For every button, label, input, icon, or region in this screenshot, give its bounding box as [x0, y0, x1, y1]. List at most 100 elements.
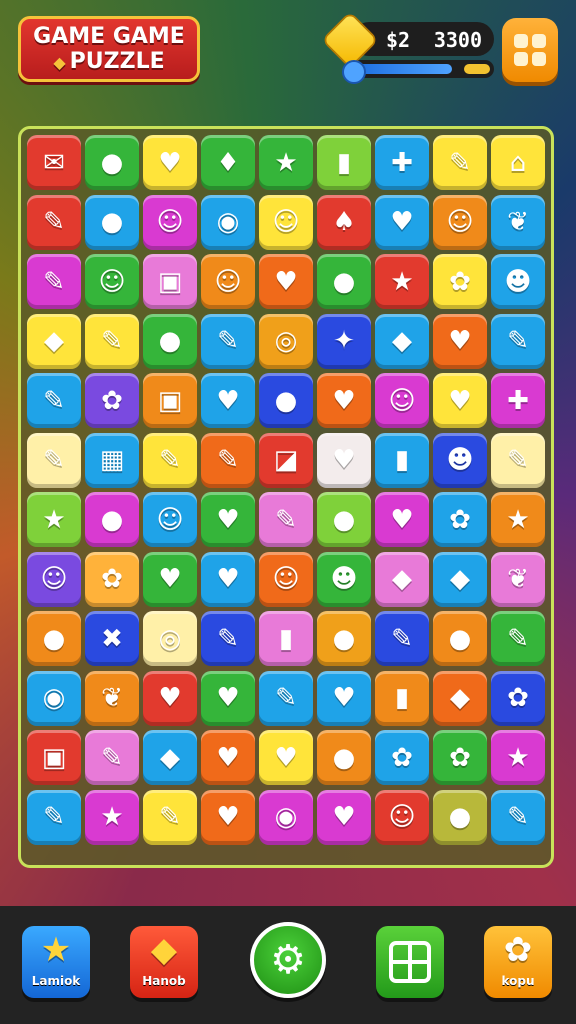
tile-r9-c2[interactable]: ✖ — [85, 611, 139, 666]
tile-r2-c4[interactable]: ◉ — [201, 194, 255, 250]
tile-r8-c2[interactable]: ✿ — [85, 551, 139, 607]
tile-r7-c1[interactable]: ★ — [27, 492, 81, 547]
tile-r4-c6[interactable]: ✦ — [317, 313, 371, 369]
tile-r12-c6[interactable]: ♥ — [317, 789, 371, 845]
tile-r4-c8[interactable]: ♥ — [433, 313, 487, 369]
tile-r7-c8[interactable]: ✿ — [433, 492, 487, 547]
tile-r4-c3[interactable]: ● — [143, 313, 197, 369]
tile-r1-c6[interactable]: ▮ — [317, 135, 371, 190]
tile-r3-c7[interactable]: ★ — [375, 254, 429, 309]
tile-r10-c6[interactable]: ♥ — [317, 670, 371, 726]
tile-r11-c5[interactable]: ♥ — [259, 730, 313, 785]
tile-r9-c9[interactable]: ✎ — [491, 611, 545, 666]
tile-r8-c5[interactable]: ☺ — [259, 551, 313, 607]
tile-r3-c2[interactable]: ☺ — [85, 254, 139, 309]
tile-r12-c8[interactable]: ● — [433, 789, 487, 845]
tile-r11-c1[interactable]: ▣ — [27, 730, 81, 785]
tile-r1-c7[interactable]: ✚ — [375, 135, 429, 190]
tile-r8-c3[interactable]: ♥ — [143, 551, 197, 607]
tile-r7-c9[interactable]: ★ — [491, 492, 545, 547]
tile-r11-c9[interactable]: ★ — [491, 730, 545, 785]
tile-r11-c7[interactable]: ✿ — [375, 730, 429, 785]
tile-r12-c7[interactable]: ☺ — [375, 789, 429, 845]
tile-r1-c4[interactable]: ♦ — [201, 135, 255, 190]
tile-r5-c6[interactable]: ♥ — [317, 373, 371, 428]
tile-r3-c8[interactable]: ✿ — [433, 254, 487, 309]
tile-r2-c5[interactable]: ☺ — [259, 194, 313, 250]
tile-r11-c2[interactable]: ✎ — [85, 730, 139, 785]
tile-r2-c8[interactable]: ☺ — [433, 194, 487, 250]
tile-r11-c4[interactable]: ♥ — [201, 730, 255, 785]
tile-r4-c4[interactable]: ✎ — [201, 313, 255, 369]
tile-r1-c3[interactable]: ♥ — [143, 135, 197, 190]
tile-r8-c6[interactable]: ☻ — [317, 551, 371, 607]
tile-r11-c8[interactable]: ✿ — [433, 730, 487, 785]
tile-r2-c9[interactable]: ❦ — [491, 194, 545, 250]
nav-button-hanob[interactable]: ◆ Hanob — [130, 926, 198, 998]
menu-button[interactable] — [502, 18, 558, 82]
tile-r6-c9[interactable]: ✎ — [491, 432, 545, 488]
tile-r5-c1[interactable]: ✎ — [27, 373, 81, 428]
tile-r9-c3[interactable]: ◎ — [143, 611, 197, 666]
tile-r4-c2[interactable]: ✎ — [85, 313, 139, 369]
tile-r7-c2[interactable]: ● — [85, 492, 139, 547]
tile-r12-c9[interactable]: ✎ — [491, 789, 545, 845]
tile-r6-c4[interactable]: ✎ — [201, 432, 255, 488]
tile-r9-c7[interactable]: ✎ — [375, 611, 429, 666]
tile-r10-c2[interactable]: ❦ — [85, 670, 139, 726]
tile-r10-c8[interactable]: ◆ — [433, 670, 487, 726]
tile-r4-c9[interactable]: ✎ — [491, 313, 545, 369]
tile-r1-c5[interactable]: ★ — [259, 135, 313, 190]
tile-r12-c2[interactable]: ★ — [85, 789, 139, 845]
tile-r9-c8[interactable]: ● — [433, 611, 487, 666]
nav-button-grid[interactable] — [376, 926, 444, 998]
tile-r7-c7[interactable]: ♥ — [375, 492, 429, 547]
tile-r9-c5[interactable]: ▮ — [259, 611, 313, 666]
tile-r8-c8[interactable]: ◆ — [433, 551, 487, 607]
tile-r3-c5[interactable]: ♥ — [259, 254, 313, 309]
tile-r2-c3[interactable]: ☺ — [143, 194, 197, 250]
tile-r8-c9[interactable]: ❦ — [491, 551, 545, 607]
tile-r1-c1[interactable]: ✉ — [27, 135, 81, 190]
tile-r9-c6[interactable]: ● — [317, 611, 371, 666]
tile-r10-c4[interactable]: ♥ — [201, 670, 255, 726]
tile-r2-c6[interactable]: ♠ — [317, 194, 371, 250]
tile-r6-c2[interactable]: ▦ — [85, 432, 139, 488]
tile-r5-c4[interactable]: ♥ — [201, 373, 255, 428]
tile-r11-c6[interactable]: ● — [317, 730, 371, 785]
tile-r10-c9[interactable]: ✿ — [491, 670, 545, 726]
tile-r6-c8[interactable]: ☻ — [433, 432, 487, 488]
tile-r5-c8[interactable]: ♥ — [433, 373, 487, 428]
tile-r6-c5[interactable]: ◪ — [259, 432, 313, 488]
tile-r7-c5[interactable]: ✎ — [259, 492, 313, 547]
tile-r10-c5[interactable]: ✎ — [259, 670, 313, 726]
tile-r2-c1[interactable]: ✎ — [27, 194, 81, 250]
tile-r4-c5[interactable]: ◎ — [259, 313, 313, 369]
tile-r2-c2[interactable]: ● — [85, 194, 139, 250]
tile-r12-c3[interactable]: ✎ — [143, 789, 197, 845]
tile-r7-c4[interactable]: ♥ — [201, 492, 255, 547]
tile-r12-c4[interactable]: ♥ — [201, 789, 255, 845]
tile-r12-c1[interactable]: ✎ — [27, 789, 81, 845]
tile-r7-c6[interactable]: ● — [317, 492, 371, 547]
tile-r3-c4[interactable]: ☺ — [201, 254, 255, 309]
tile-r3-c9[interactable]: ☻ — [491, 254, 545, 309]
center-play-button[interactable]: ⚙ — [250, 922, 326, 998]
tile-r8-c7[interactable]: ◆ — [375, 551, 429, 607]
tile-r5-c7[interactable]: ☺ — [375, 373, 429, 428]
tile-r4-c7[interactable]: ◆ — [375, 313, 429, 369]
tile-r10-c3[interactable]: ♥ — [143, 670, 197, 726]
tile-r3-c6[interactable]: ● — [317, 254, 371, 309]
nav-button-lamiok[interactable]: ★ Lamiok — [22, 926, 90, 998]
tile-r7-c3[interactable]: ☺ — [143, 492, 197, 547]
tile-r3-c1[interactable]: ✎ — [27, 254, 81, 309]
tile-r5-c5[interactable]: ● — [259, 373, 313, 428]
tile-r2-c7[interactable]: ♥ — [375, 194, 429, 250]
tile-r4-c1[interactable]: ◆ — [27, 313, 81, 369]
nav-button-kopu[interactable]: ✿ kopu — [484, 926, 552, 998]
tile-r1-c8[interactable]: ✎ — [433, 135, 487, 190]
tile-r12-c5[interactable]: ◉ — [259, 789, 313, 845]
tile-r6-c7[interactable]: ▮ — [375, 432, 429, 488]
tile-r5-c9[interactable]: ✚ — [491, 373, 545, 428]
tile-r9-c1[interactable]: ● — [27, 611, 81, 666]
